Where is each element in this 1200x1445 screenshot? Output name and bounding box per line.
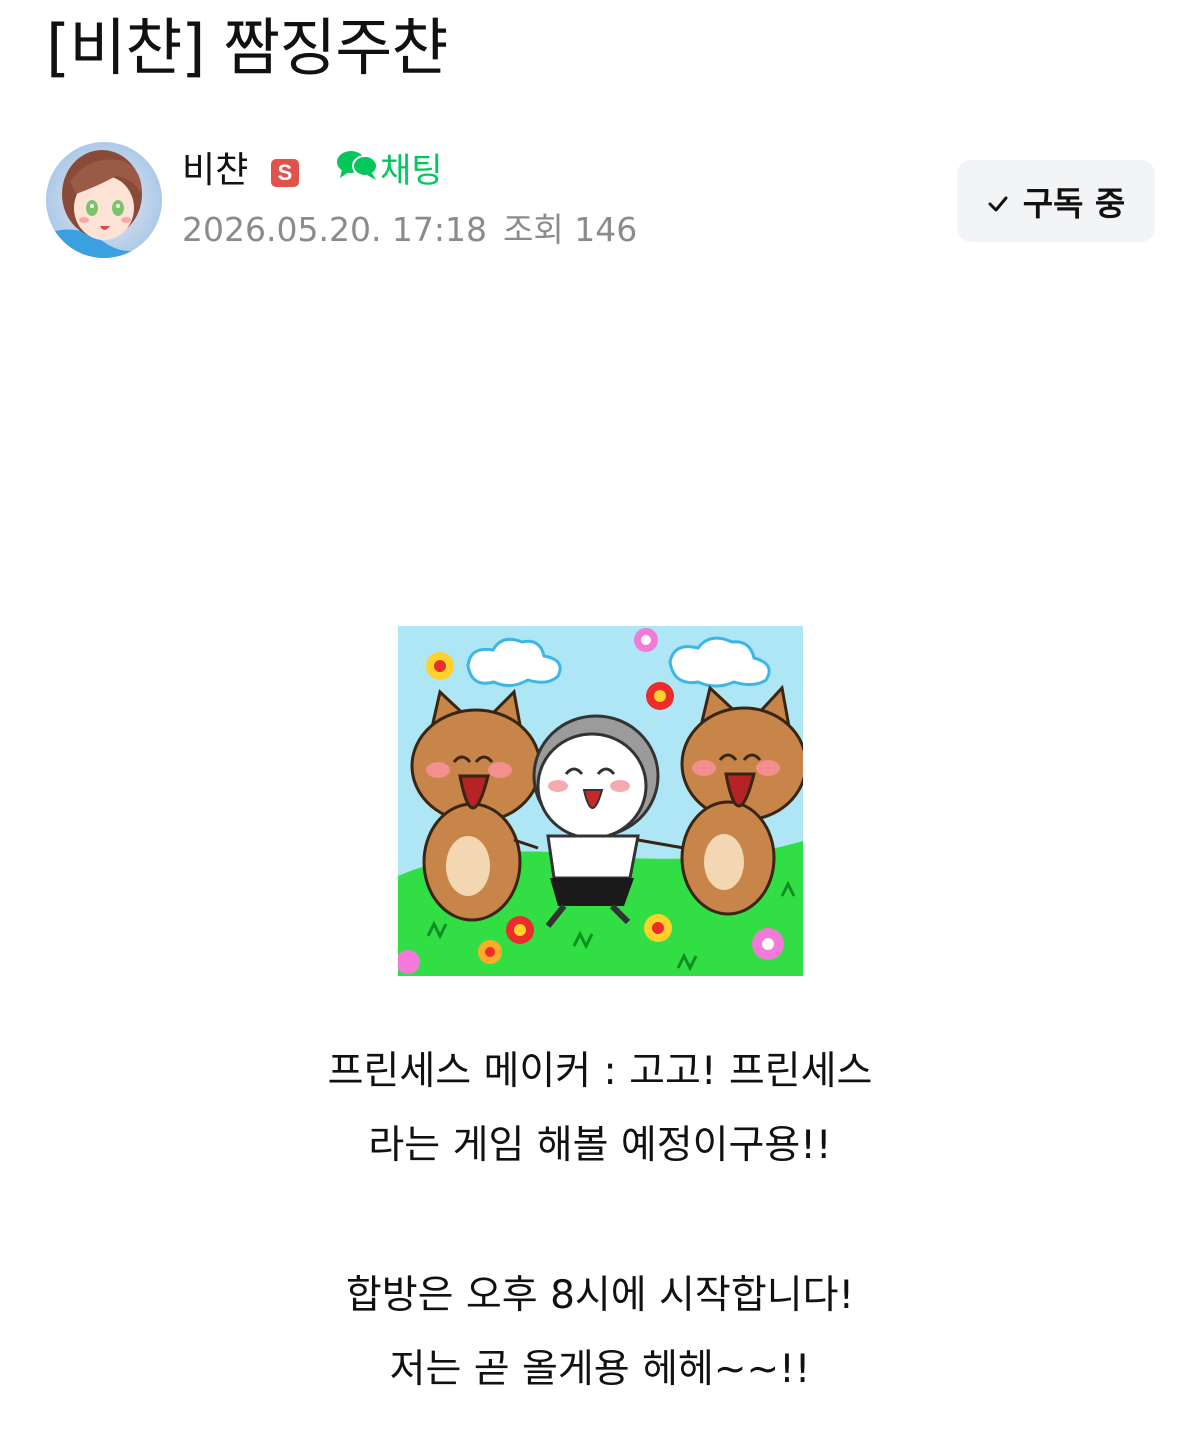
content-line-1: 프린세스 메이커 : 고고! 프린세스: [327, 1049, 873, 1094]
chat-label: 채팅: [380, 151, 443, 191]
chat-button[interactable]: 채팅: [336, 148, 443, 194]
post-date: 2026.05.20. 17:18: [182, 210, 488, 249]
content-image: [398, 626, 803, 976]
staff-badge: S: [271, 159, 299, 187]
content-line-4: 저는 곧 올게용 헤헤~~!!: [389, 1347, 811, 1392]
author-avatar[interactable]: [46, 142, 162, 258]
chat-bubble-icon: [336, 148, 378, 194]
content-line-2: 라는 게임 해볼 예정이구용!!: [368, 1123, 832, 1168]
content-line-3: 합방은 오후 8시에 시작합니다!: [345, 1273, 855, 1318]
post-title: [비챤] 짬징주챤: [46, 11, 448, 84]
post-meta: 2026.05.20. 17:18 조회 146: [182, 208, 637, 252]
subscribe-button[interactable]: 구독 중: [957, 160, 1155, 242]
view-count: 조회 146: [503, 210, 638, 249]
check-icon: [987, 182, 1009, 221]
author-row: 비챤 S 채팅 2026.05.20. 17:18 조회 146 구독 중: [46, 142, 1156, 262]
author-name[interactable]: 비챤: [182, 148, 248, 194]
subscribe-label: 구독 중: [1022, 184, 1126, 223]
